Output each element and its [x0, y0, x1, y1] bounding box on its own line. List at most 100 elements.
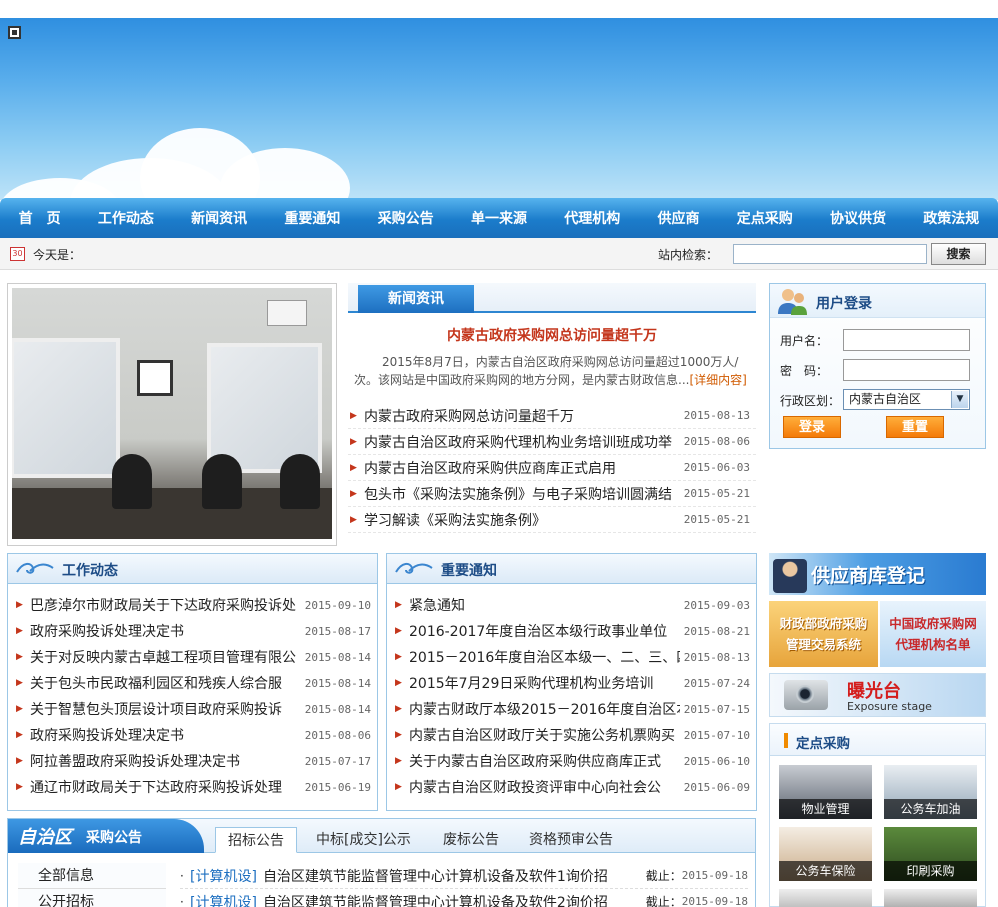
tab-void[interactable]: 废标公告	[443, 827, 499, 853]
reset-button[interactable]: 重置	[886, 416, 944, 438]
work-date: 2015-07-17	[304, 754, 371, 768]
news-title[interactable]: 学习解读《采购法实施条例》	[364, 510, 680, 530]
list-item[interactable]: ▶ 内蒙古自治区财政厅关于实施公务机票购买 2015-07-10	[395, 722, 750, 748]
work-title[interactable]: 关于对反映内蒙古卓越工程项目管理有限公	[30, 647, 301, 667]
list-item[interactable]: ▶ 关于对反映内蒙古卓越工程项目管理有限公 2015-08-14	[16, 644, 371, 670]
side-item-all[interactable]: 全部信息	[18, 863, 166, 889]
work-title[interactable]: 政府采购投诉处理决定书	[30, 621, 301, 641]
notice-item-title[interactable]: 内蒙古财政厅本级2015－2016年度自治区本	[409, 699, 680, 719]
procurement-label: 自治区 采购公告	[8, 819, 204, 853]
news-more-link[interactable]: [详细内容]	[689, 373, 746, 387]
procurement-header: 自治区 采购公告 招标公告 中标[成交]公示 废标公告 资格预审公告	[8, 819, 755, 853]
table-row[interactable]: · [计算机设] 自治区建筑节能监督管理中心计算机设备及软件2询价招 截止： 2015-…	[180, 889, 748, 907]
username-input[interactable]	[843, 329, 970, 351]
tab-award[interactable]: 中标[成交]公示	[316, 827, 411, 853]
tile-property-management[interactable]: 物业管理	[779, 765, 872, 819]
tile-more[interactable]	[884, 889, 977, 907]
search-input[interactable]	[733, 244, 927, 264]
nav-agencies[interactable]: 代理机构	[564, 208, 620, 228]
procurement-item-title[interactable]: 自治区建筑节能监督管理中心计算机设备及软件1询价招	[263, 866, 636, 886]
nav-news[interactable]: 新闻资讯	[191, 208, 247, 228]
list-item[interactable]: ▶ 2016-2017年度自治区本级行政事业单位 2015-08-21	[395, 618, 750, 644]
fixed-procurement-header: 定点采购	[770, 724, 985, 756]
nav-home[interactable]: 首 页	[19, 208, 61, 228]
nav-single-source[interactable]: 单一来源	[471, 208, 527, 228]
tab-tender[interactable]: 招标公告	[215, 827, 297, 853]
list-item[interactable]: ▶ 巴彦淖尔市财政局关于下达政府采购投诉处 2015-09-10	[16, 592, 371, 618]
list-item[interactable]: ▶ 内蒙古政府采购网总访问量超千万 2015-08-13	[348, 403, 756, 429]
work-title[interactable]: 政府采购投诉处理决定书	[30, 725, 301, 745]
news-title[interactable]: 包头市《采购法实施条例》与电子采购培训圆满结	[364, 484, 680, 504]
tab-prequalification[interactable]: 资格预审公告	[529, 827, 613, 853]
nav-procurement[interactable]: 采购公告	[378, 208, 434, 228]
list-item[interactable]: ▶ 包头市《采购法实施条例》与电子采购培训圆满结 2015-05-21	[348, 481, 756, 507]
tile-car-insurance[interactable]: 公务车保险	[779, 827, 872, 881]
nav-policies[interactable]: 政策法规	[923, 208, 979, 228]
arrow-icon: ▶	[16, 600, 23, 610]
work-title[interactable]: 巴彦淖尔市财政局关于下达政府采购投诉处	[30, 595, 301, 615]
notice-item-title[interactable]: 2015－2016年度自治区本级一、二、三、四	[409, 647, 680, 667]
list-item[interactable]: ▶ 通辽市财政局关于下达政府采购投诉处理 2015-06-19	[16, 774, 371, 800]
list-item[interactable]: ▶ 关于包头市民政福利园区和残疾人综合服 2015-08-14	[16, 670, 371, 696]
notice-item-title[interactable]: 2016-2017年度自治区本级行政事业单位	[409, 621, 680, 641]
exposure-subtitle: Exposure stage	[847, 700, 932, 713]
list-item[interactable]: ▶ 内蒙古自治区财政投资评审中心向社会公 2015-06-09	[395, 774, 750, 800]
work-title[interactable]: 通辽市财政局关于下达政府采购投诉处理	[30, 777, 301, 797]
notice-item-title[interactable]: 2015年7月29日采购代理机构业务培训	[409, 673, 680, 693]
region-select[interactable]: 内蒙古自治区 ▼	[843, 389, 970, 410]
news-photo[interactable]	[12, 288, 332, 539]
work-title[interactable]: 关于包头市民政福利园区和残疾人综合服	[30, 673, 301, 693]
notice-item-title[interactable]: 内蒙古自治区财政厅关于实施公务机票购买	[409, 725, 680, 745]
supplier-registration-banner[interactable]: 供应商库登记	[769, 553, 986, 595]
chevron-down-icon[interactable]: ▼	[951, 391, 968, 408]
notice-item-title[interactable]: 紧急通知	[409, 595, 680, 615]
nav-suppliers[interactable]: 供应商	[657, 208, 699, 228]
main-nav: 首 页 工作动态 新闻资讯 重要通知 采购公告 单一来源 代理机构 供应商 定点…	[0, 198, 998, 238]
login-button[interactable]: 登录	[783, 416, 841, 438]
notice-item-title[interactable]: 关于内蒙古自治区政府采购供应商库正式	[409, 751, 680, 771]
mof-system-banner[interactable]: 财政部政府采购 管理交易系统	[769, 601, 878, 667]
notice-date: 2015-06-09	[683, 780, 750, 794]
notice-box: 重要通知 ▶ 紧急通知 2015-09-03 ▶ 2016-2017年度自治区本级行政…	[386, 553, 757, 811]
deadline-label: 截止：	[645, 895, 682, 907]
tile-more[interactable]	[779, 889, 872, 907]
login-header: 用户登录	[770, 284, 985, 318]
title-bar-marker	[784, 733, 788, 748]
list-item[interactable]: ▶ 内蒙古自治区政府采购供应商库正式启用 2015-06-03	[348, 455, 756, 481]
list-item[interactable]: ▶ 2015年7月29日采购代理机构业务培训 2015-07-24	[395, 670, 750, 696]
news-title[interactable]: 内蒙古自治区政府采购供应商库正式启用	[364, 458, 680, 478]
work-title[interactable]: 阿拉善盟政府采购投诉处理决定书	[30, 751, 301, 771]
notice-item-title[interactable]: 内蒙古自治区财政投资评审中心向社会公	[409, 777, 680, 797]
list-item[interactable]: ▶ 2015－2016年度自治区本级一、二、三、四 2015-08-13	[395, 644, 750, 670]
password-input[interactable]	[843, 359, 970, 381]
nav-work[interactable]: 工作动态	[98, 208, 154, 228]
list-item[interactable]: ▶ 学习解读《采购法实施条例》 2015-05-21	[348, 507, 756, 533]
list-item[interactable]: ▶ 政府采购投诉处理决定书 2015-08-06	[16, 722, 371, 748]
nav-agreement-supply[interactable]: 协议供货	[830, 208, 886, 228]
procurement-category[interactable]: [计算机设]	[190, 866, 257, 886]
nav-notice[interactable]: 重要通知	[284, 208, 340, 228]
list-item[interactable]: ▶ 紧急通知 2015-09-03	[395, 592, 750, 618]
tile-printing[interactable]: 印刷采购	[884, 827, 977, 881]
side-item-public-tender[interactable]: 公开招标	[18, 889, 166, 907]
nav-fixed-procurement[interactable]: 定点采购	[737, 208, 793, 228]
list-item[interactable]: ▶ 政府采购投诉处理决定书 2015-08-17	[16, 618, 371, 644]
list-item[interactable]: ▶ 关于内蒙古自治区政府采购供应商库正式 2015-06-10	[395, 748, 750, 774]
tile-car-fuel[interactable]: 公务车加油	[884, 765, 977, 819]
notice-list: ▶ 紧急通知 2015-09-03 ▶ 2016-2017年度自治区本级行政事业单位 2…	[387, 584, 756, 800]
list-item[interactable]: ▶ 阿拉善盟政府采购投诉处理决定书 2015-07-17	[16, 748, 371, 774]
work-title[interactable]: 关于智慧包头顶层设计项目政府采购投诉	[30, 699, 301, 719]
exposure-banner[interactable]: 曝光台 Exposure stage	[769, 673, 986, 717]
list-item[interactable]: ▶ 内蒙古财政厅本级2015－2016年度自治区本 2015-07-15	[395, 696, 750, 722]
procurement-category[interactable]: [计算机设]	[190, 892, 257, 907]
list-item[interactable]: ▶ 关于智慧包头顶层设计项目政府采购投诉 2015-08-14	[16, 696, 371, 722]
procurement-item-title[interactable]: 自治区建筑节能监督管理中心计算机设备及软件2询价招	[263, 892, 636, 907]
news-title[interactable]: 内蒙古自治区政府采购代理机构业务培训班成功举	[364, 432, 680, 452]
table-row[interactable]: · [计算机设] 自治区建筑节能监督管理中心计算机设备及软件1询价招 截止： 2015-…	[180, 863, 748, 889]
list-item[interactable]: ▶ 内蒙古自治区政府采购代理机构业务培训班成功举 2015-08-06	[348, 429, 756, 455]
news-title[interactable]: 内蒙古政府采购网总访问量超千万	[364, 406, 680, 426]
tab-news[interactable]: 新闻资讯	[358, 285, 474, 313]
news-headline[interactable]: 内蒙古政府采购网总访问量超千万	[348, 325, 756, 345]
agency-list-banner[interactable]: 中国政府采购网 代理机构名单	[880, 601, 986, 667]
search-button[interactable]: 搜索	[931, 243, 986, 265]
